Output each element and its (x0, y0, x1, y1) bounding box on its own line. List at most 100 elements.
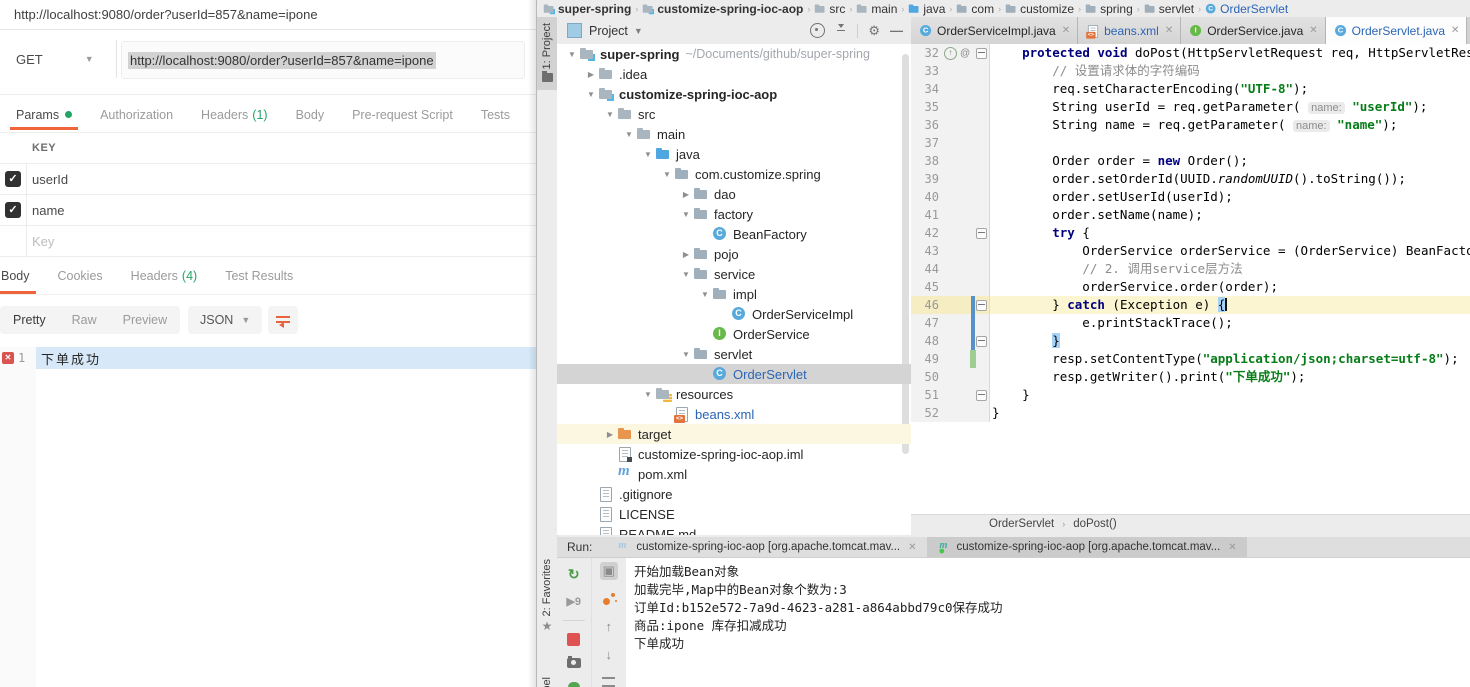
code-line-43[interactable]: 43 OrderService orderService = (OrderSer… (911, 242, 1470, 260)
breadcrumb-class[interactable]: OrderServlet (989, 518, 1054, 530)
nav-crumb-java[interactable]: java (908, 1, 945, 17)
param-row-userid[interactable]: ✓ userId (0, 164, 536, 195)
response-tab-test-results[interactable]: Test Results (211, 258, 307, 294)
hide-panel-icon[interactable]: — (890, 24, 903, 37)
tree-item-impl[interactable]: ▼ impl (557, 284, 911, 304)
editor-tab-beans-xml[interactable]: beans.xml✕ (1078, 17, 1182, 44)
down-stack-icon[interactable]: ↓ (600, 645, 618, 663)
view-mode-pretty[interactable]: Pretty (0, 306, 59, 334)
param-new-row[interactable]: Key (0, 226, 536, 257)
close-icon[interactable]: ✕ (908, 542, 916, 553)
locate-icon[interactable] (810, 23, 826, 38)
debug-icon[interactable] (567, 682, 580, 687)
request-tab-authorization[interactable]: Authorization (86, 99, 187, 130)
tree-item-orderserviceimpl[interactable]: OrderServiceImpl (557, 304, 911, 324)
code-line-39[interactable]: 39 order.setOrderId(UUID.randomUUID().to… (911, 170, 1470, 188)
thread-dump-icon[interactable] (565, 655, 583, 669)
editor-tab-orderservlet-java[interactable]: OrderServlet.java✕ (1325, 17, 1468, 44)
response-tab-body[interactable]: Body (0, 258, 44, 294)
tree-item-license[interactable]: LICENSE (557, 504, 911, 524)
close-icon[interactable]: ✕ (1451, 25, 1459, 36)
url-input[interactable]: http://localhost:9080/order?userId=857&n… (121, 41, 525, 79)
rerun-icon[interactable]: ↻ (565, 566, 583, 583)
tree-item-com-customize-spring[interactable]: ▼ com.customize.spring (557, 164, 911, 184)
tree-item-pom-xml[interactable]: pom.xml (557, 463, 911, 484)
tree-item-servlet[interactable]: ▼ servlet (557, 344, 911, 364)
view-mode-preview[interactable]: Preview (110, 306, 180, 334)
tree-item-service[interactable]: ▼ service (557, 264, 911, 284)
request-tab-headers[interactable]: Headers (1) (187, 99, 282, 130)
editor-tab-orderserviceimpl-java[interactable]: OrderServiceImpl.java✕ (911, 17, 1079, 44)
close-icon[interactable]: ✕ (1062, 25, 1070, 36)
run-console[interactable]: 开始加载Bean对象 加载完毕,Map中的Bean对象个数为:3 订单Id:b152… (626, 558, 1470, 687)
response-tab-cookies[interactable]: Cookies (44, 258, 117, 294)
tool-window-project-button[interactable]: 1: Project (537, 17, 557, 91)
code-line-32[interactable]: 32 ↑ @ protected void doPost(HttpServletRe… (911, 44, 1470, 62)
tree-item-beanfactory[interactable]: BeanFactory (557, 224, 911, 244)
tool-window-favorites-button[interactable]: 2: Favorites ★ (537, 555, 557, 640)
hotswap-icon[interactable] (600, 590, 618, 608)
response-text[interactable]: 下单成功 (36, 347, 536, 369)
code-line-34[interactable]: 34 req.setCharacterEncoding("UTF-8"); (911, 80, 1470, 98)
tree-item-orderservlet[interactable]: OrderServlet (557, 364, 911, 384)
fold-icon[interactable] (976, 390, 987, 401)
code-line-50[interactable]: 50 resp.getWriter().print("下单成功"); (911, 368, 1470, 386)
tree-item-readme-md[interactable]: README.md (557, 524, 911, 535)
wrap-lines-button[interactable] (268, 306, 298, 334)
request-tab-body[interactable]: Body (282, 99, 339, 130)
code-line-47[interactable]: 47 e.printStackTrace(); (911, 314, 1470, 332)
close-icon[interactable]: ✕ (1165, 25, 1173, 36)
tree-item-customize-spring-ioc-aop-iml[interactable]: customize-spring-ioc-aop.iml (557, 444, 911, 464)
run-tab-2[interactable]: customize-spring-ioc-aop [org.apache.tom… (926, 537, 1247, 557)
up-stack-icon[interactable]: ↑ (600, 618, 618, 636)
tree-item-super-spring[interactable]: ▼ super-spring ~/Documents/github/super-sp… (557, 44, 911, 64)
code-line-44[interactable]: 44 // 2. 调用service层方法 (911, 260, 1470, 278)
tree-item-factory[interactable]: ▼ factory (557, 204, 911, 224)
code-line-46[interactable]: 46 } catch (Exception e) { (911, 296, 1470, 314)
fold-icon[interactable] (976, 336, 987, 347)
tree-item-orderservice[interactable]: OrderService (557, 324, 911, 344)
nav-crumb-src[interactable]: src (814, 1, 845, 17)
tool-window-jrebel-button[interactable]: ebel (537, 677, 557, 687)
editor-tab-orderservice-java[interactable]: OrderService.java✕ (1181, 17, 1326, 44)
nav-crumb-servlet[interactable]: servlet (1144, 1, 1194, 17)
code-line-45[interactable]: 45 orderService.order(order); (911, 278, 1470, 296)
tree-item-pojo[interactable]: ▶ pojo (557, 244, 911, 264)
tree-item-main[interactable]: ▼ main (557, 124, 911, 144)
stop-icon[interactable] (565, 632, 583, 646)
soft-wrap-icon[interactable] (602, 677, 616, 687)
method-dropdown[interactable]: GET ▼ (0, 40, 117, 78)
nav-crumb-main[interactable]: main (856, 1, 897, 17)
nav-crumb-orderservlet[interactable]: OrderServlet (1205, 1, 1288, 17)
code-line-38[interactable]: 38 Order order = new Order(); (911, 152, 1470, 170)
code-line-42[interactable]: 42 try { (911, 224, 1470, 242)
gear-icon[interactable]: ⚙ (868, 24, 880, 37)
fold-icon[interactable] (976, 228, 987, 239)
nav-crumb-com[interactable]: com (956, 1, 994, 17)
close-icon[interactable]: ✕ (1309, 25, 1317, 36)
rerun-failed-icon[interactable]: ▶9 (565, 595, 583, 608)
tree-item-dao[interactable]: ▶ dao (557, 184, 911, 204)
breadcrumb-method[interactable]: doPost() (1073, 518, 1116, 530)
nav-crumb-customize[interactable]: customize (1005, 1, 1074, 17)
collapse-all-icon[interactable] (835, 24, 847, 37)
code-editor[interactable]: 32 ↑ @ protected void doPost(HttpServletRe… (911, 44, 1470, 514)
param-row-name[interactable]: ✓ name (0, 195, 536, 226)
code-line-49[interactable]: 49 resp.setContentType("application/json… (911, 350, 1470, 368)
tree-item-customize-spring-ioc-aop[interactable]: ▼ customize-spring-ioc-aop (557, 84, 911, 104)
request-tab-tests[interactable]: Tests (467, 99, 524, 130)
show-console-icon[interactable]: ▣ (599, 562, 618, 580)
code-line-36[interactable]: 36 String name = req.getParameter( name:… (911, 116, 1470, 134)
tree-item-src[interactable]: ▼ src (557, 104, 911, 124)
code-line-51[interactable]: 51 } (911, 386, 1470, 404)
request-tab-params[interactable]: Params (2, 99, 86, 130)
param-checkbox[interactable]: ✓ (5, 202, 21, 218)
format-dropdown[interactable]: JSON ▼ (188, 306, 263, 334)
fold-icon[interactable] (976, 300, 987, 311)
view-mode-raw[interactable]: Raw (59, 306, 110, 334)
code-line-35[interactable]: 35 String userId = req.getParameter( nam… (911, 98, 1470, 116)
override-icon[interactable]: ↑ (944, 47, 957, 60)
tree-item-resources[interactable]: ▼ resources (557, 384, 911, 404)
nav-crumb-super-spring[interactable]: super-spring (543, 1, 631, 17)
tree-item-target[interactable]: ▶ target (557, 424, 911, 444)
